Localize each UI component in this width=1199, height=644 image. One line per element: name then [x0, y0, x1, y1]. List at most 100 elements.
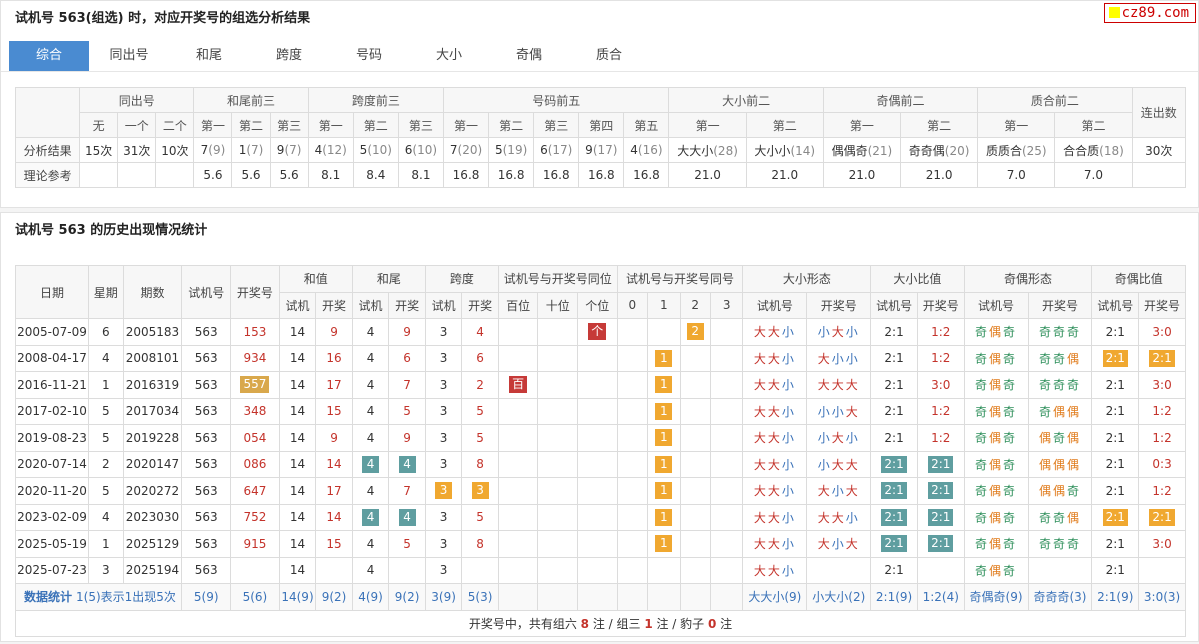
history-cell: 3:0: [1138, 530, 1186, 558]
history-cell: 4: [351, 371, 390, 399]
result-cell: 31次: [117, 137, 157, 163]
history-cell: 大大小: [742, 424, 808, 452]
history-cell: 3: [424, 371, 463, 399]
result-cell: 合合质(18): [1054, 137, 1133, 163]
history-cell: 3: [424, 503, 463, 531]
history-cell: [709, 397, 744, 425]
history-card: 试机号 563 的历史出现情况统计 日期 星期 期数 试机号 开奖号 和值 和尾 跨度 试机号与…: [0, 212, 1199, 642]
sub-header: 一个: [117, 112, 157, 138]
theory-cell: 5.6: [193, 162, 233, 188]
history-cell: 5: [88, 424, 124, 452]
result-cell: 9(17): [578, 137, 625, 163]
history-cell: 2:1: [1091, 556, 1140, 584]
history-cell: 4: [351, 318, 390, 346]
history-cell: [616, 450, 649, 478]
analysis-summary-table: 同出号 和尾前三 跨度前三 号码前五 大小前二 奇偶前二 质合前二 连出数无一个 二个 第一 第二第…: [14, 87, 1187, 188]
stats-cell: 5(9): [181, 583, 232, 611]
history-subheader: 2: [679, 291, 711, 319]
history-cell: 大大小: [742, 318, 808, 346]
tab-2[interactable]: 和尾: [169, 41, 249, 71]
stats-cell: 奇偶奇(9): [963, 583, 1029, 611]
history-subheader: 0: [616, 291, 649, 319]
history-cell: 小小大: [806, 397, 872, 425]
tab-3[interactable]: 跨度: [249, 41, 329, 71]
history-cell: 2020272: [122, 477, 183, 505]
result-cell: 4(12): [307, 137, 354, 163]
history-cell: 2:1: [870, 397, 918, 425]
history-cell: 2016319: [122, 371, 183, 399]
sub-header: 第二: [231, 112, 271, 138]
sub-header: 第五: [623, 112, 670, 138]
stats-cell: 14(9): [278, 583, 317, 611]
history-header: 大小比值: [870, 265, 965, 293]
tab-7[interactable]: 质合: [569, 41, 649, 71]
analysis-tabs: 综合 同出号 和尾 跨度 号码 大小 奇偶 质合: [9, 41, 649, 71]
history-cell: 1: [647, 397, 681, 425]
history-subheader: 开奖: [461, 291, 499, 319]
corner-cell: [14, 87, 81, 138]
theory-cell: 16.8: [578, 162, 625, 188]
history-cell: 2:1: [1091, 477, 1140, 505]
tab-6[interactable]: 奇偶: [489, 41, 569, 71]
tab-1[interactable]: 同出号: [89, 41, 169, 71]
history-subheader: 开奖号: [1027, 291, 1093, 319]
history-cell: [709, 450, 744, 478]
history-cell: 086: [230, 450, 280, 478]
history-cell: 大大小: [742, 450, 808, 478]
history-cell: 2:1: [870, 556, 918, 584]
history-cell: 2: [88, 450, 124, 478]
history-cell: [616, 424, 649, 452]
tab-5[interactable]: 大小: [409, 41, 489, 71]
history-cell: 16: [315, 344, 353, 372]
history-cell: 2:1: [1138, 344, 1186, 372]
history-cell: 563: [181, 318, 232, 346]
history-cell: 小大大: [806, 450, 872, 478]
stats-cell: [679, 583, 711, 611]
history-cell: [679, 397, 711, 425]
history-cell: [616, 477, 649, 505]
history-cell: [497, 477, 539, 505]
history-cell: [577, 556, 618, 584]
history-cell: [577, 424, 618, 452]
history-cell: [916, 556, 965, 584]
history-cell: 3: [424, 530, 463, 558]
group-header: 号码前五: [442, 87, 670, 113]
tab-0[interactable]: 综合: [9, 41, 89, 71]
result-cell: 偶偶奇(21): [822, 137, 902, 163]
history-cell: 5: [461, 503, 499, 531]
site-logo[interactable]: cz89.com: [1103, 3, 1196, 23]
history-cell: 14: [315, 450, 353, 478]
result-cell: 5(19): [488, 137, 535, 163]
history-cell: [679, 371, 711, 399]
history-cell: [577, 397, 618, 425]
stats-cell: 2:1(9): [870, 583, 918, 611]
history-header: 跨度: [424, 265, 499, 293]
history-table: 日期 星期 期数 试机号 开奖号 和值 和尾 跨度 试机号与开奖号同位 试机号与开奖号同号 大小形态…: [14, 265, 1186, 637]
theory-cell: 16.8: [488, 162, 535, 188]
history-cell: 奇偶奇: [963, 530, 1029, 558]
logo-square-icon: [1108, 7, 1120, 18]
history-cell: [497, 556, 539, 584]
history-cell: [647, 556, 681, 584]
history-cell: 2:1: [1091, 503, 1140, 531]
history-cell: [679, 530, 711, 558]
history-cell: 4: [88, 503, 124, 531]
history-cell: 1:2: [916, 397, 965, 425]
stats-cell: 9(2): [315, 583, 353, 611]
history-cell: [537, 503, 579, 531]
history-cell: 3: [424, 477, 463, 505]
history-cell: [806, 556, 872, 584]
history-header: 试机号与开奖号同位: [497, 265, 618, 293]
tab-4[interactable]: 号码: [329, 41, 409, 71]
stats-cell: 奇奇奇(3): [1027, 583, 1093, 611]
history-header: 开奖号: [230, 265, 280, 319]
history-cell: 9: [315, 424, 353, 452]
history-cell: [1138, 556, 1186, 584]
history-cell: 4: [351, 450, 390, 478]
history-subheader: 试机号: [742, 291, 808, 319]
history-cell: 小大小: [806, 424, 872, 452]
history-cell: 8: [461, 450, 499, 478]
history-cell: [616, 556, 649, 584]
stats-cell: 3(9): [424, 583, 463, 611]
history-cell: 2008101: [122, 344, 183, 372]
